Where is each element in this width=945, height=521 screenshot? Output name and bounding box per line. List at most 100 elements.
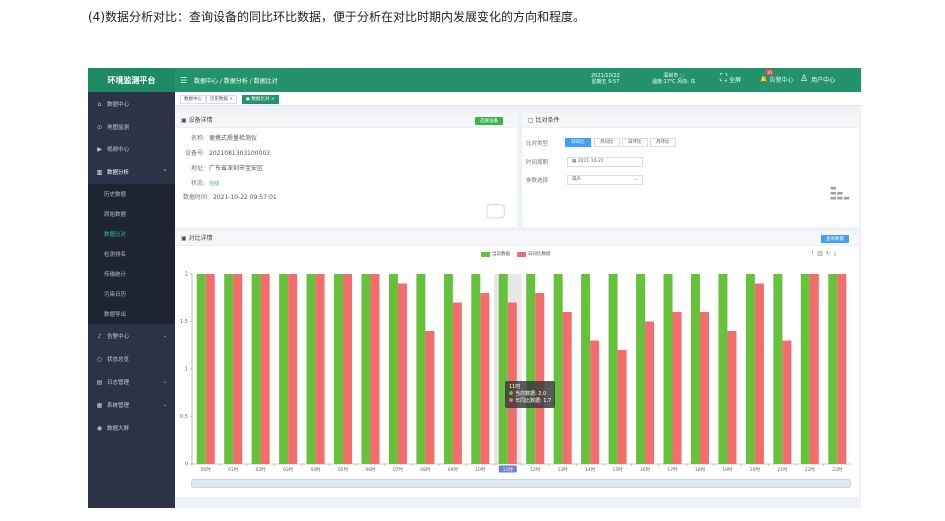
fullscreen-label: 全屏 — [729, 76, 742, 84]
sidebar-sub-ranking[interactable]: 检测排名 — [88, 244, 175, 264]
x-tick-label: 15时 — [612, 466, 623, 473]
app-window: 环境监测平台 ☰ 数据中心 / 数据分析 / 数据比对 2021/10/22 星… — [88, 68, 861, 508]
sidebar-item-video[interactable]: ▶ 视频中心 — [88, 139, 175, 159]
fullscreen-button[interactable]: ⛶ 全屏 — [720, 74, 741, 84]
bar-current — [279, 274, 289, 464]
y-tick-label: 1 — [185, 367, 188, 373]
chevron-down-icon: ⌄ — [162, 379, 167, 385]
sidebar-sub-transfer[interactable]: 传输统计 — [88, 264, 175, 284]
date-input[interactable]: ▦ 2021-10-21 — [567, 157, 643, 167]
device-name-label: 名称: — [190, 135, 205, 142]
sidebar-item-map[interactable]: ⊙ 地图监测 — [88, 117, 175, 137]
tab-history[interactable]: 历史数据 × — [206, 95, 238, 104]
x-tick-label: 04时 — [310, 466, 321, 473]
screen-icon: ◉ — [96, 424, 103, 432]
status-badge: 在线 — [209, 181, 220, 187]
device-panel: ▣ 设备详情 选择设备 名称: 便携式质量检测仪 设备号: 202108130310… — [175, 113, 517, 227]
y-tick-label: 0.5 — [180, 414, 188, 420]
y-tick-label: 1.5 — [180, 319, 188, 325]
bar-previous — [260, 274, 270, 464]
tab-compare[interactable]: ● 数据比对 × — [242, 95, 279, 104]
sidebar-item-analysis[interactable]: ▥ 数据分析 ⌃ — [88, 162, 175, 182]
sidebar-item-label: 数据分析 — [107, 170, 130, 176]
bar-current — [251, 274, 261, 464]
sidebar-sub-export[interactable]: 数据导出 — [88, 304, 175, 324]
compare-panel: ▢ 比对条件 比对类型 日同比 月同比 日环比 月环比 时间周期 ▦ 2021-… — [522, 113, 859, 227]
bar-current — [196, 274, 206, 464]
y-tick-label: 0 — [185, 462, 188, 468]
bar-current — [471, 274, 481, 464]
compare-panel-header: ▢ 比对条件 — [522, 113, 859, 128]
layers-icon: ▬ ▬▬ ▬▬▬ — [830, 184, 850, 202]
sidebar-item-log[interactable]: ▤ 日志管理 ⌄ — [88, 372, 175, 392]
breadcrumb: 数据中心 / 数据分析 / 数据比对 — [194, 78, 278, 85]
sidebar-item-label: 视频中心 — [107, 147, 130, 153]
bar-current — [498, 274, 508, 464]
compare-type-day-yoy[interactable]: 日同比 — [565, 138, 591, 147]
chart-zoom-scrollbar[interactable] — [191, 479, 851, 488]
x-tick-label: 02时 — [256, 466, 267, 473]
sidebar-item-bigscreen[interactable]: ◉ 数据大屏 — [88, 418, 175, 438]
bar-current — [663, 274, 673, 464]
tab-data-center[interactable]: 数据中心 — [180, 95, 206, 104]
x-tick-label: 03时 — [283, 466, 294, 473]
bar-previous — [727, 331, 737, 464]
menu-toggle-icon[interactable]: ☰ — [180, 76, 187, 85]
location-icon: ⊙ — [96, 123, 103, 131]
select-device-button[interactable]: 选择设备 — [475, 117, 503, 125]
sidebar-sub-calendar[interactable]: 污染日历 — [88, 284, 175, 304]
user-icon: ♙ — [800, 74, 809, 84]
user-center-button[interactable]: ♙ 用户中心 — [800, 74, 835, 84]
chevron-down-icon: ⌄ — [162, 402, 167, 408]
compare-panel-title: 比对条件 — [535, 117, 560, 124]
bar-previous — [370, 274, 380, 464]
sidebar-item-label: 数据中心 — [107, 102, 130, 108]
bar-previous — [782, 340, 792, 464]
bar-current — [581, 274, 591, 464]
weather-text: 温度:17℃ 风向: 东 — [652, 79, 696, 85]
sidebar-item-label: 地图监测 — [107, 125, 130, 131]
sidebar-sub-compare[interactable]: 数据比对 — [88, 224, 175, 244]
bar-current — [334, 274, 344, 464]
datetime: 2021/10/22 星期五 9:57 — [591, 73, 620, 85]
compare-type-month-yoy[interactable]: 月同比 — [594, 138, 620, 147]
bar-previous — [645, 321, 655, 464]
device-time-value: 2021-10-22 09:57:01 — [213, 194, 277, 201]
alarm-badge: 20 — [765, 70, 775, 75]
monitor-icon: 🖵 — [486, 199, 506, 223]
bar-previous — [205, 274, 215, 464]
chart-tooltip: 11时 当前数据: 2.0 日同比数据: 1.7 — [505, 381, 556, 408]
device-time-label: 数据时间: — [182, 194, 209, 201]
bar-previous — [590, 340, 600, 464]
sidebar-item-system[interactable]: ▦ 系统管理 ⌄ — [88, 395, 175, 415]
x-tick-label: 00时 — [201, 466, 212, 473]
sidebar-sub-history[interactable]: 历史数据 — [88, 184, 175, 204]
device-addr-row: 地址: 广东省深圳市宝安区 — [175, 163, 263, 172]
x-tick-label: 23时 — [832, 466, 843, 473]
log-icon: ▤ — [96, 378, 103, 386]
sidebar-item-data-center[interactable]: ⌂ 数据中心 — [88, 94, 175, 114]
tooltip-dot-current — [509, 391, 513, 395]
x-tick-label: 19时 — [722, 466, 733, 473]
device-code-row: 设备号: 2021081303100003 — [175, 148, 270, 157]
x-tick-label: 07时 — [393, 466, 404, 473]
compare-type-month-mom[interactable]: 月环比 — [650, 138, 676, 147]
compare-type-day-mom[interactable]: 日环比 — [622, 138, 648, 147]
chevron-down-icon: ⌄ — [634, 177, 638, 182]
sidebar-item-status[interactable]: ○ 状态总览 — [88, 349, 175, 369]
user-label: 用户中心 — [811, 76, 836, 84]
sidebar-item-alarm[interactable]: ♪ 告警中心 ⌄ — [88, 326, 175, 346]
bar-current — [773, 274, 783, 464]
device-panel-title: 设备详情 — [188, 117, 213, 124]
x-tick-label: 10时 — [475, 466, 486, 473]
device-icon: ▣ — [181, 117, 189, 124]
chart-icon: ▥ — [96, 168, 103, 176]
param-select[interactable]: 噪声 ⌄ — [567, 175, 643, 185]
bar-current — [608, 274, 618, 464]
sidebar-sub-raw[interactable]: 原始数据 — [88, 204, 175, 224]
bar-current — [388, 274, 398, 464]
bar-previous — [672, 312, 682, 464]
alarm-button[interactable]: 🔔 告警中心 — [760, 75, 794, 84]
date-value: 2021-10-21 — [577, 159, 604, 164]
device-panel-header: ▣ 设备详情 — [175, 113, 517, 128]
